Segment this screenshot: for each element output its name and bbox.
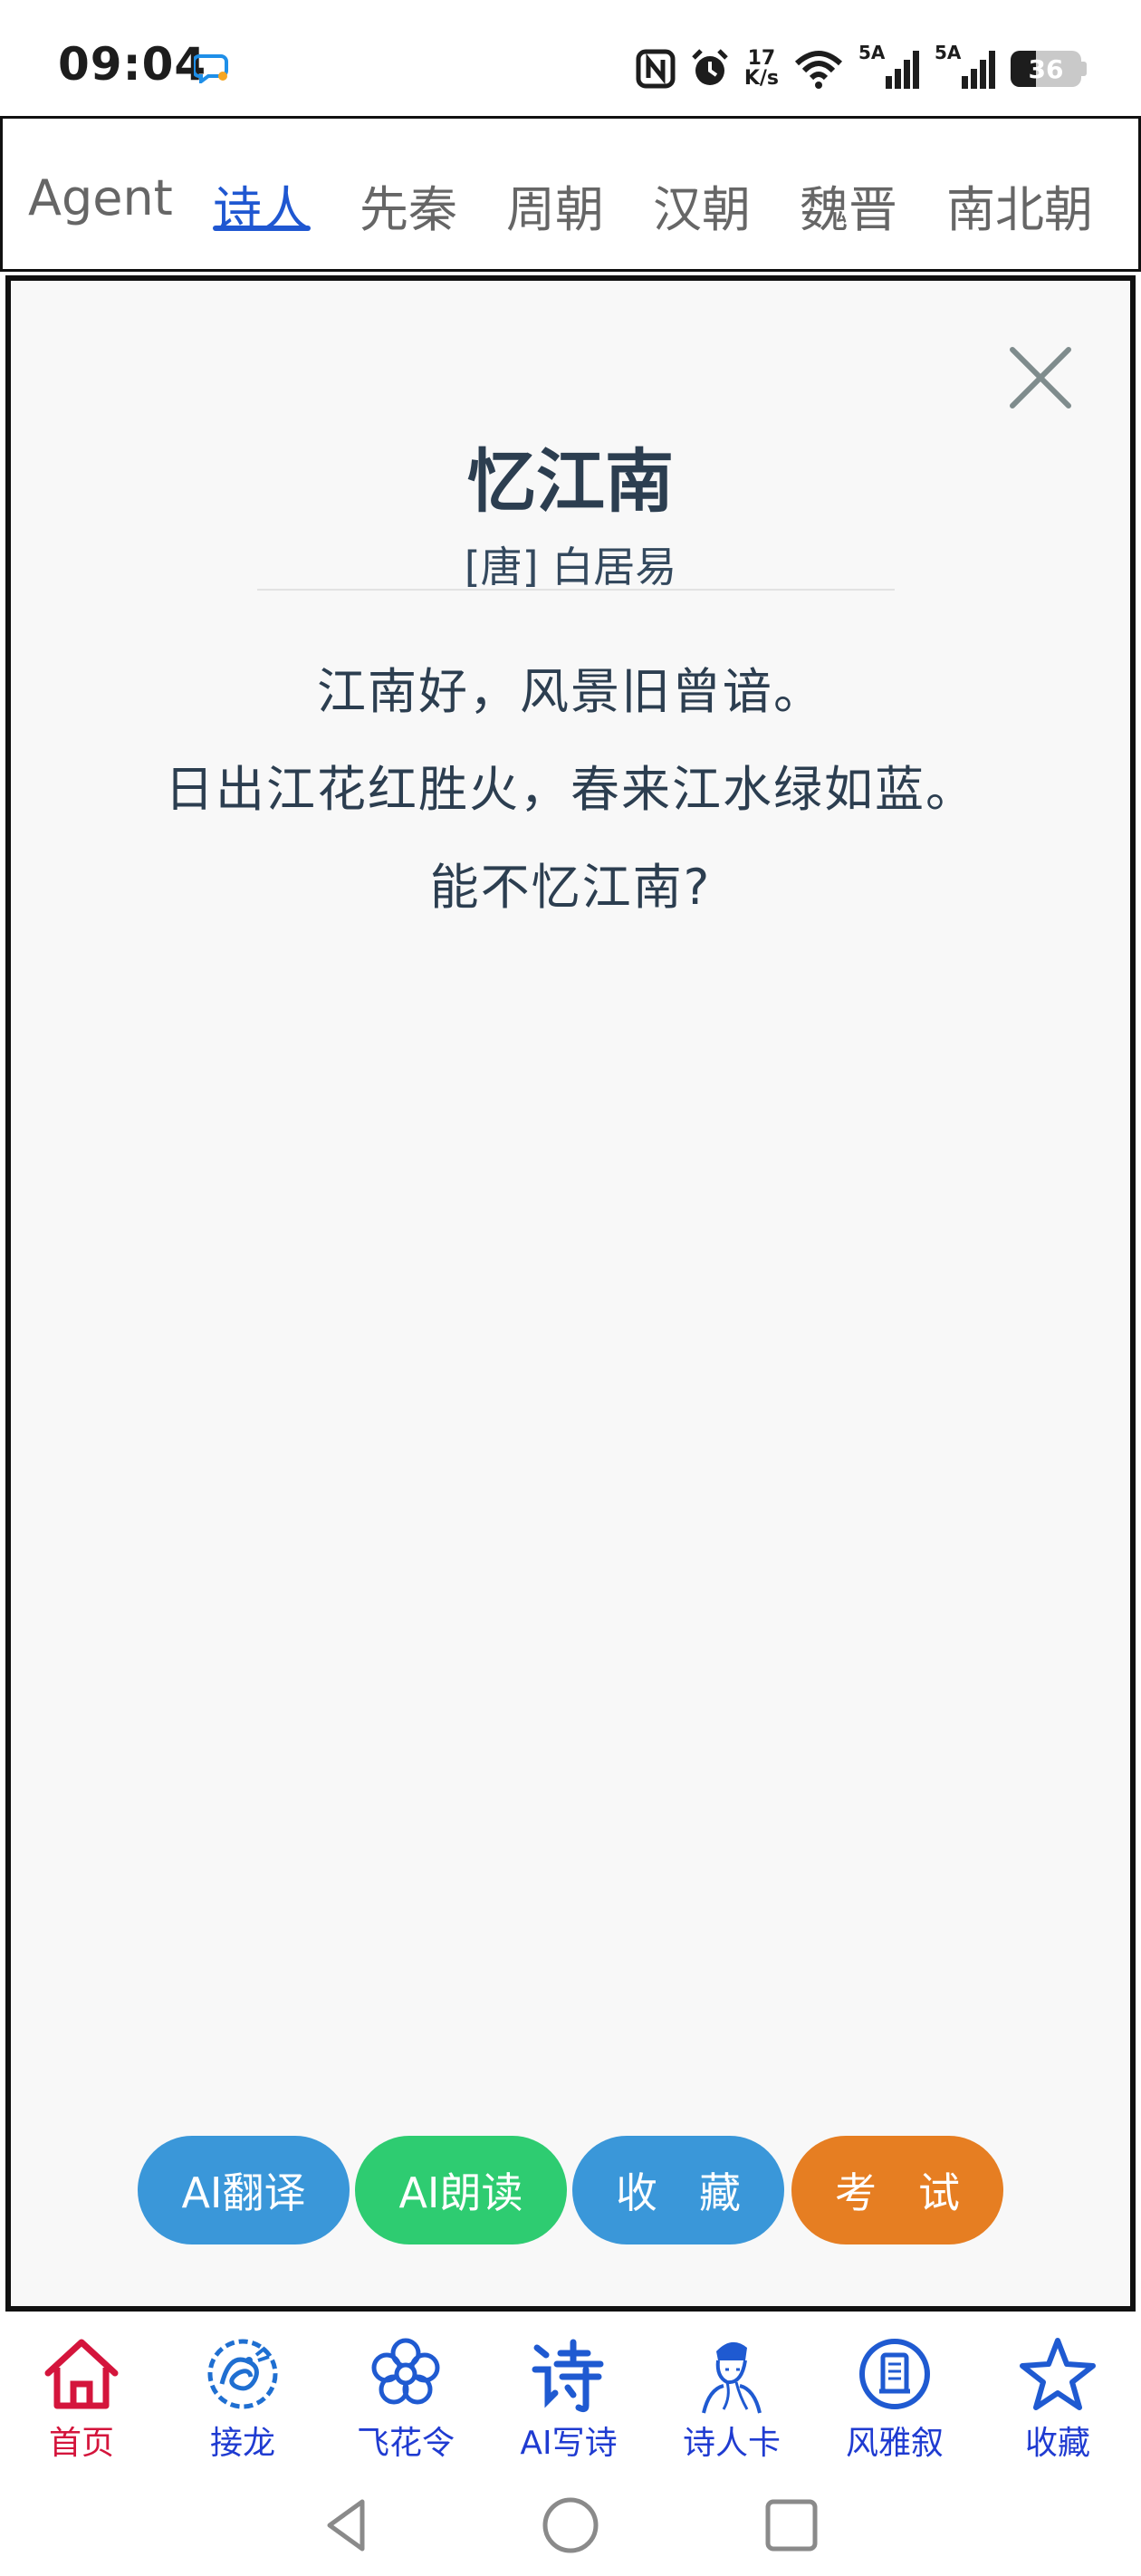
nav-label: 收藏 bbox=[1024, 2425, 1090, 2462]
poem-detail-modal: 忆江南 [唐] 白居易 江南好，风景旧曾谙。 日出江花红胜火，春来江水绿如蓝。 … bbox=[5, 275, 1136, 2312]
home-icon bbox=[44, 2339, 119, 2409]
nav-home[interactable]: 首页 bbox=[0, 2333, 163, 2469]
close-icon[interactable] bbox=[1000, 337, 1081, 418]
poem-line: 江南好，风景旧曾谙。 bbox=[317, 663, 824, 720]
status-time: 09:04 bbox=[58, 38, 207, 91]
nav-label: AI写诗 bbox=[520, 2425, 618, 2462]
nav-label: 首页 bbox=[48, 2425, 114, 2462]
nfc-icon bbox=[636, 49, 676, 89]
poet-portrait-icon bbox=[702, 2341, 762, 2414]
status-bar: 09:04 17 K/s 5A 5A 36 bbox=[0, 0, 1141, 116]
title-divider bbox=[257, 589, 895, 591]
tab-southern-northern[interactable]: 南北朝 bbox=[946, 169, 1093, 241]
sim2-signal: 5A bbox=[935, 42, 998, 91]
nav-fengya[interactable]: 风雅叙 bbox=[813, 2333, 976, 2469]
exam-button[interactable]: 考 试 bbox=[791, 2136, 1003, 2244]
poem-body: 江南好，风景旧曾谙。 日出江花红胜火，春来江水绿如蓝。 能不忆江南? bbox=[11, 643, 1130, 937]
nav-poet-card[interactable]: 诗人卡 bbox=[650, 2333, 813, 2469]
tab-han[interactable]: 汉朝 bbox=[653, 169, 751, 241]
battery-percent: 36 bbox=[1028, 53, 1064, 84]
nav-flying-flower[interactable]: 飞花令 bbox=[324, 2333, 487, 2469]
star-icon bbox=[1020, 2338, 1096, 2410]
wifi-6-icon bbox=[794, 51, 843, 89]
nav-label: 风雅叙 bbox=[845, 2425, 944, 2462]
chat-notification-icon bbox=[194, 54, 228, 83]
battery-tip bbox=[1081, 62, 1087, 76]
sim2-label: 5A bbox=[935, 42, 962, 63]
ai-read-aloud-button[interactable]: AI朗读 bbox=[355, 2136, 567, 2244]
network-speed-value: 17 bbox=[747, 47, 776, 70]
bottom-navigation: 首页 接龙 飞花令 AI写诗 诗人卡 风雅叙 收藏 bbox=[0, 2315, 1141, 2475]
favorite-button[interactable]: 收 藏 bbox=[572, 2136, 784, 2244]
tab-wei-jin[interactable]: 魏晋 bbox=[800, 169, 897, 241]
status-icons: 17 K/s 5A 5A 36 bbox=[636, 42, 1087, 96]
battery-icon: 36 bbox=[1011, 51, 1081, 87]
alarm-icon bbox=[692, 49, 728, 85]
category-tab-bar: Agent 诗人 先秦 周朝 汉朝 魏晋 南北朝 bbox=[0, 116, 1141, 272]
home-circle-icon[interactable] bbox=[538, 2493, 603, 2558]
sim1-label: 5A bbox=[858, 42, 886, 63]
book-circle-icon bbox=[859, 2339, 930, 2409]
network-speed-unit: K/s bbox=[743, 67, 779, 90]
flower-icon bbox=[371, 2338, 440, 2405]
poem-character-icon bbox=[532, 2339, 604, 2413]
nav-ai-write-poem[interactable]: AI写诗 bbox=[487, 2333, 650, 2469]
active-tab-underline bbox=[213, 226, 311, 231]
tab-zhou[interactable]: 周朝 bbox=[506, 169, 604, 241]
nav-label: 接龙 bbox=[209, 2425, 275, 2462]
poem-line: 能不忆江南? bbox=[429, 859, 712, 916]
action-buttons: AI翻译 AI朗读 收 藏 考 试 bbox=[11, 2136, 1130, 2244]
tab-pre-qin[interactable]: 先秦 bbox=[360, 169, 457, 241]
dragon-icon bbox=[207, 2339, 278, 2409]
sim1-signal: 5A bbox=[858, 42, 922, 91]
system-navigation-bar bbox=[0, 2475, 1141, 2576]
ai-translate-button[interactable]: AI翻译 bbox=[138, 2136, 350, 2244]
nav-chain-poem[interactable]: 接龙 bbox=[161, 2333, 324, 2469]
battery-indicator: 36 bbox=[1011, 51, 1087, 87]
network-speed: 17 K/s bbox=[744, 49, 779, 89]
nav-label: 飞花令 bbox=[356, 2425, 455, 2462]
recent-apps-icon[interactable] bbox=[759, 2493, 824, 2558]
nav-label: 诗人卡 bbox=[682, 2425, 781, 2462]
poem-line: 日出江花红胜火，春来江水绿如蓝。 bbox=[165, 761, 976, 818]
back-icon[interactable] bbox=[315, 2493, 380, 2558]
poem-title: 忆江南 bbox=[467, 441, 674, 522]
nav-favorites[interactable]: 收藏 bbox=[976, 2333, 1139, 2469]
tab-agent[interactable]: Agent bbox=[28, 169, 173, 226]
poem-author: [唐] 白居易 bbox=[464, 543, 677, 591]
